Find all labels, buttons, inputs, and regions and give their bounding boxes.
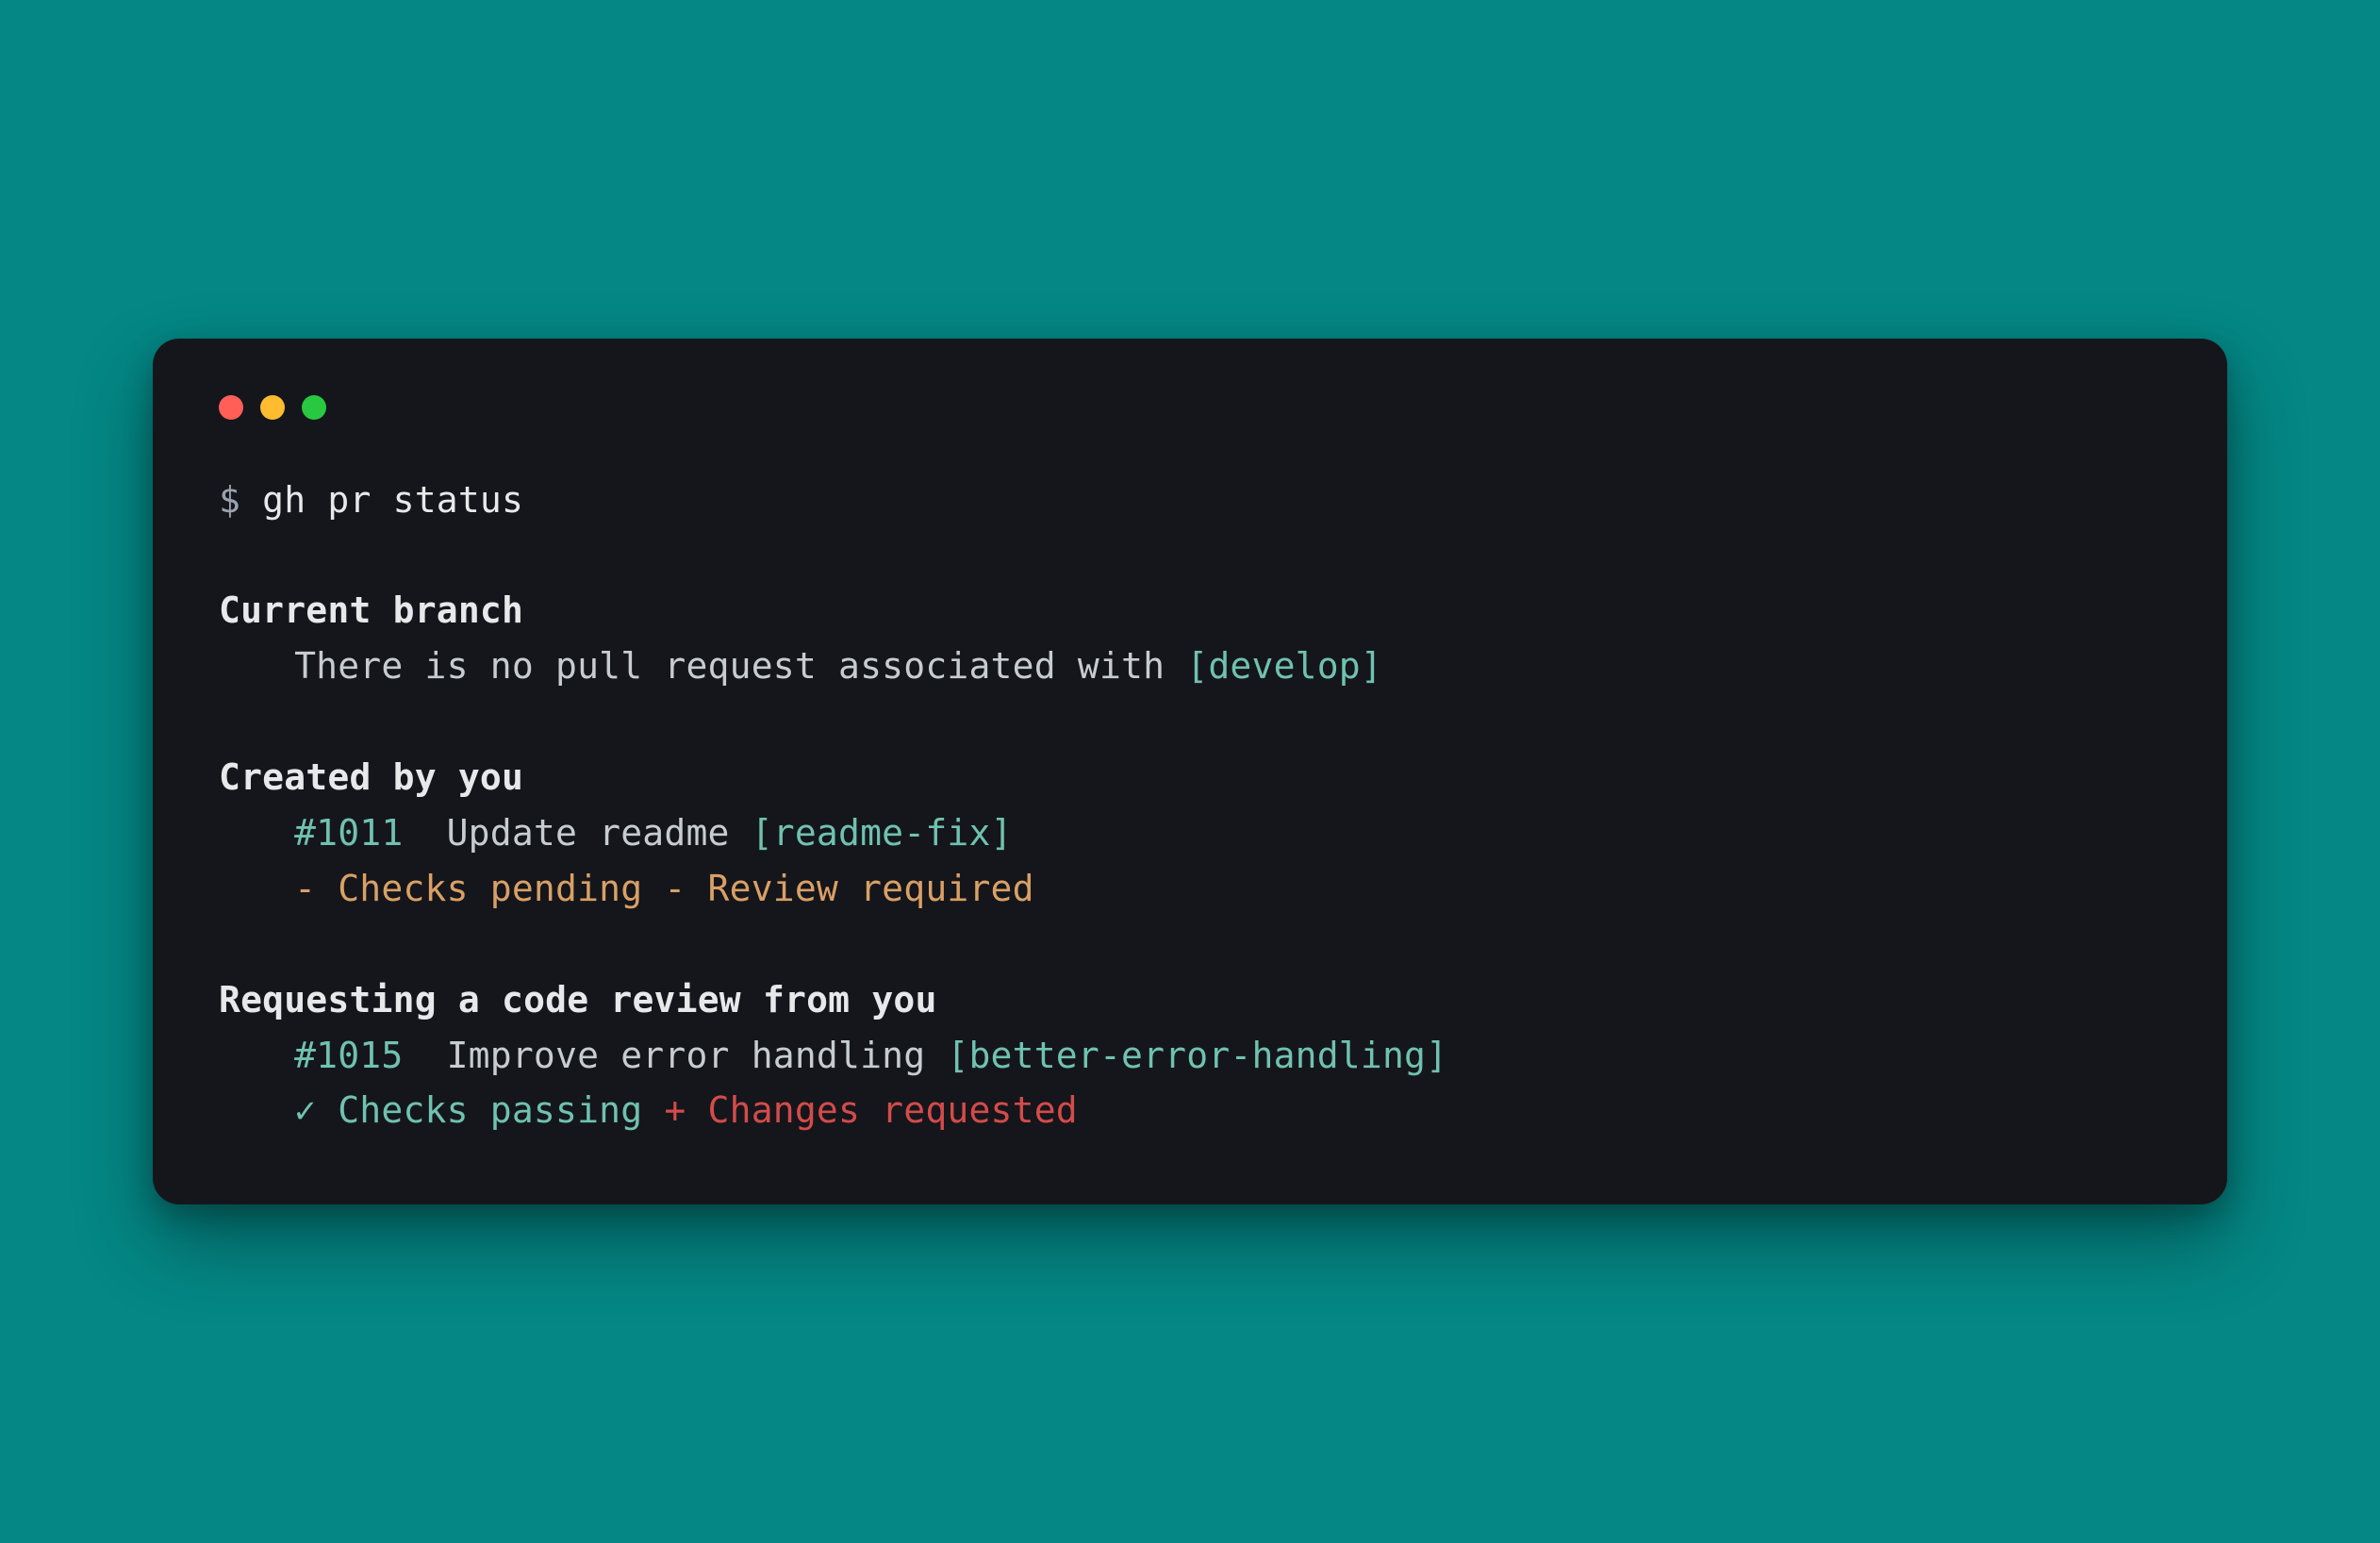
blank-line [219, 917, 2161, 972]
changes-requested-symbol: + [664, 1089, 686, 1131]
command-text: gh pr status [262, 479, 523, 521]
blank-line [219, 694, 2161, 750]
prompt-symbol: $ [219, 479, 240, 521]
terminal-output: $ gh pr status Current branch There is n… [219, 473, 2161, 1139]
created-pr-status: - Checks pending - Review required [219, 861, 2161, 917]
maximize-icon[interactable] [302, 395, 326, 420]
pr-number-1011: #1011 [294, 812, 403, 854]
branch-name-readme-fix: [readme-fix] [752, 812, 1013, 854]
checks-passing-text: Checks passing [338, 1089, 642, 1131]
branch-name-better-error-handling: [better-error-handling] [947, 1035, 1447, 1076]
window-controls [219, 395, 2161, 420]
pr-title-improve-error-handling: Improve error handling [447, 1035, 926, 1076]
checks-pending-review-required: - Checks pending - Review required [294, 868, 1034, 909]
section-heading-current-branch: Current branch [219, 583, 2161, 639]
branch-name-develop: [develop] [1186, 645, 1382, 687]
close-icon[interactable] [219, 395, 243, 420]
command-line: $ gh pr status [219, 473, 2161, 528]
current-branch-message: There is no pull request associated with… [219, 639, 2161, 694]
section-heading-created-by-you: Created by you [219, 750, 2161, 805]
review-pr-status: ✓ Checks passing + Changes requested [219, 1083, 2161, 1138]
pr-number-1015: #1015 [294, 1035, 403, 1076]
blank-line [219, 528, 2161, 584]
no-pr-message: There is no pull request associated with [294, 645, 1186, 687]
created-pr-line: #1011 Update readme [readme-fix] [219, 805, 2161, 861]
minimize-icon[interactable] [260, 395, 285, 420]
review-pr-line: #1015 Improve error handling [better-err… [219, 1028, 2161, 1084]
section-heading-requesting-review: Requesting a code review from you [219, 972, 2161, 1028]
terminal-window: $ gh pr status Current branch There is n… [153, 339, 2227, 1205]
pr-title-update-readme: Update readme [447, 812, 730, 854]
changes-requested-text: Changes requested [708, 1089, 1078, 1131]
checks-passing-symbol: ✓ [294, 1089, 316, 1131]
